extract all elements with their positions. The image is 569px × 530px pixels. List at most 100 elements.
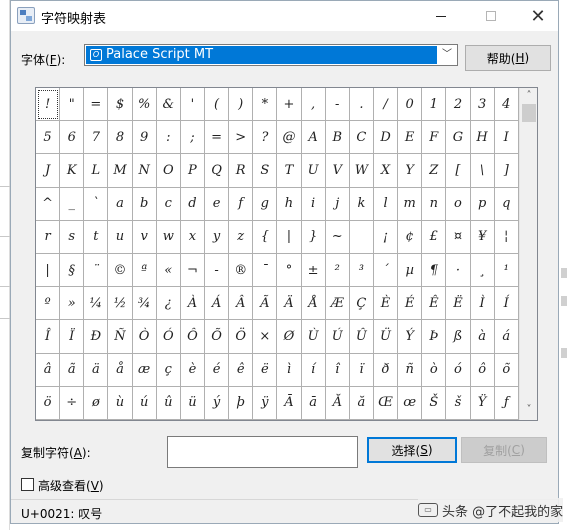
character-cell[interactable]: Û [349, 320, 374, 354]
character-cell[interactable]: ñ [398, 353, 423, 387]
character-cell[interactable]: ö [36, 386, 61, 420]
character-cell[interactable]: Ï [60, 320, 85, 354]
character-cell[interactable]: : [156, 121, 181, 155]
character-cell[interactable]: ç [156, 353, 181, 387]
character-cell[interactable]: ð [373, 353, 399, 387]
character-cell[interactable]: 7 [84, 121, 109, 155]
character-cell[interactable]: ó [446, 353, 471, 387]
character-cell[interactable]: i [301, 187, 326, 221]
character-cell[interactable]: / [373, 88, 399, 122]
character-cell[interactable]: 9 [132, 121, 157, 155]
character-cell[interactable]: ~ [325, 220, 350, 254]
character-cell[interactable]: í [301, 353, 326, 387]
character-cell[interactable]: G [446, 121, 471, 155]
character-cell[interactable]: s [60, 220, 85, 254]
character-cell[interactable]: o [446, 187, 471, 221]
character-cell[interactable]: ï [349, 353, 374, 387]
close-button[interactable]: ✕ [516, 3, 560, 29]
character-cell[interactable]: * [253, 88, 278, 122]
character-cell[interactable]: - [204, 253, 230, 288]
character-cell[interactable]: Ê [422, 287, 447, 321]
character-cell[interactable]: a [108, 187, 133, 221]
character-cell[interactable]: Ò [132, 320, 157, 354]
character-cell[interactable]: b [132, 187, 157, 221]
character-cell[interactable]: ¦ [494, 220, 519, 254]
character-cell[interactable]: ÷ [60, 386, 85, 420]
character-cell[interactable]: C [349, 121, 374, 155]
character-cell[interactable]: þ [229, 386, 254, 420]
character-cell[interactable]: Ú [325, 320, 350, 354]
character-cell[interactable]: Œ [373, 386, 399, 420]
character-cell[interactable]: ( [204, 88, 230, 122]
character-cell[interactable]: ª [132, 253, 157, 288]
character-cell[interactable]: ? [253, 121, 278, 155]
character-cell[interactable]: % [132, 88, 157, 122]
character-cell[interactable]: j [325, 187, 350, 221]
character-cell[interactable]: D [373, 121, 399, 155]
character-cell[interactable]: l [373, 187, 399, 221]
help-button[interactable]: 帮助(H) [465, 45, 551, 71]
character-cell[interactable]: T [277, 154, 302, 188]
character-cell[interactable]: « [156, 253, 181, 288]
character-cell[interactable]: k [349, 187, 374, 221]
character-cell[interactable]: æ [132, 353, 157, 387]
character-cell[interactable]: à [470, 320, 495, 354]
character-cell[interactable]: ý [204, 386, 230, 420]
character-cell[interactable]: Å [301, 287, 326, 321]
character-cell[interactable]: - [325, 88, 350, 122]
character-cell[interactable]: F [422, 121, 447, 155]
advanced-view-label[interactable]: 高级查看(V) [38, 477, 104, 494]
character-cell[interactable]: á [494, 320, 519, 354]
character-cell[interactable]: ß [446, 320, 471, 354]
character-cell[interactable]: ú [132, 386, 157, 420]
character-cell[interactable]: & [156, 88, 181, 122]
character-cell[interactable]: m [398, 187, 423, 221]
character-cell[interactable]: » [60, 287, 85, 321]
character-cell[interactable]: ' [180, 88, 205, 122]
grid-scrollbar[interactable]: ˄ ˅ [519, 88, 537, 420]
character-cell[interactable]: Ý [398, 320, 423, 354]
character-cell[interactable]: õ [494, 353, 519, 387]
character-cell[interactable]: ± [301, 253, 326, 288]
character-cell[interactable]: ; [180, 121, 205, 155]
character-cell[interactable]: ø [84, 386, 109, 420]
character-cell[interactable]: c [156, 187, 181, 221]
character-cell[interactable]: 0 [398, 88, 423, 122]
character-cell[interactable]: µ [398, 253, 423, 288]
character-cell[interactable]: " [60, 88, 85, 122]
character-cell[interactable]: ā [301, 386, 326, 420]
copy-characters-input[interactable] [167, 436, 358, 468]
character-cell[interactable]: ³ [349, 253, 374, 288]
character-cell[interactable]: 5 [36, 121, 61, 155]
character-cell[interactable]: = [204, 121, 230, 155]
character-cell[interactable]: ¢ [398, 220, 423, 254]
character-cell[interactable]: u [108, 220, 133, 254]
character-cell[interactable]: ` [84, 187, 109, 221]
character-cell[interactable]: M [108, 154, 133, 188]
character-cell[interactable]: å [108, 353, 133, 387]
character-cell[interactable]: Æ [325, 287, 350, 321]
character-cell[interactable]: v [132, 220, 157, 254]
character-cell[interactable]: ê [229, 353, 254, 387]
character-cell[interactable]: | [36, 253, 61, 288]
character-cell[interactable]: ! [36, 88, 61, 122]
character-cell[interactable]: @ [277, 121, 302, 155]
character-cell[interactable]: V [325, 154, 350, 188]
character-cell[interactable]: n [422, 187, 447, 221]
character-cell[interactable]: ° [277, 253, 302, 288]
character-cell[interactable]: Ã [253, 287, 278, 321]
character-cell[interactable]: û [156, 386, 181, 420]
character-cell[interactable]: Ì [470, 287, 495, 321]
character-cell[interactable]: ¯ [253, 253, 278, 288]
character-cell[interactable]: ¸ [470, 253, 495, 288]
character-cell[interactable]: 1 [422, 88, 447, 122]
character-cell[interactable]: 6 [60, 121, 85, 155]
character-cell[interactable]: $ [108, 88, 133, 122]
character-cell[interactable]: Y [398, 154, 423, 188]
character-cell[interactable]: h [277, 187, 302, 221]
character-cell[interactable]: ¥ [470, 220, 495, 254]
character-cell[interactable]: º [36, 287, 61, 321]
character-cell[interactable]: × [253, 320, 278, 354]
character-cell[interactable]: z [229, 220, 254, 254]
character-cell[interactable]: | [277, 220, 302, 254]
